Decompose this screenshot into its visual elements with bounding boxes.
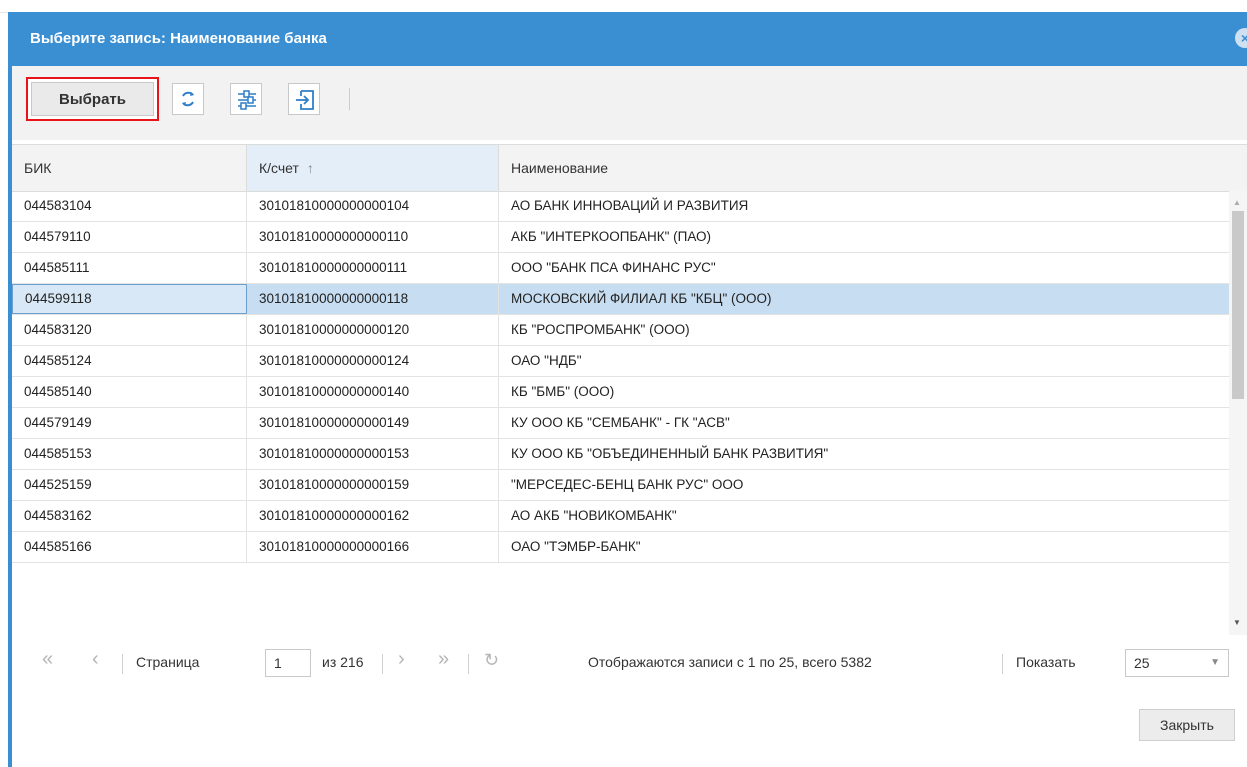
toolbar-separator [349, 88, 350, 110]
scrollbar-thumb[interactable] [1232, 211, 1244, 399]
reload-icon[interactable]: ↻ [484, 650, 499, 671]
refresh-icon [182, 91, 194, 107]
column-header-account[interactable]: К/счет ↑ [247, 145, 499, 191]
table-row[interactable]: 044583104 30101810000000000104 АО БАНК ИНН… [12, 191, 1229, 222]
bik-cell: 044583120 [12, 315, 247, 345]
account-cell: 30101810000000000104 [247, 191, 499, 221]
close-icon[interactable]: × [1235, 28, 1247, 48]
account-cell: 30101810000000000120 [247, 315, 499, 345]
filter-settings-button[interactable] [230, 83, 262, 115]
select-button[interactable]: Выбрать [31, 82, 154, 116]
account-cell: 30101810000000000159 [247, 470, 499, 500]
refresh-button[interactable] [172, 83, 204, 115]
table-row[interactable]: 044525159 30101810000000000159 "МЕРСЕДЕС-Б… [12, 470, 1229, 501]
scroll-up-icon[interactable]: ▲ [1233, 198, 1241, 207]
page-size-select[interactable]: 25 ▼ [1125, 649, 1229, 677]
account-cell: 30101810000000000111 [247, 253, 499, 283]
bik-cell: 044585153 [12, 439, 247, 469]
bik-cell: 044583162 [12, 501, 247, 531]
table-row[interactable]: 044585153 30101810000000000153 КУ ООО КБ "… [12, 439, 1229, 470]
total-pages-label: из 216 [322, 654, 364, 670]
table-row[interactable]: 044585140 30101810000000000140 КБ "БМБ" (О… [12, 377, 1229, 408]
chevron-down-icon: ▼ [1210, 657, 1220, 668]
records-info: Отображаются записи с 1 по 25, всего 538… [588, 654, 872, 670]
bik-cell: 044599118 [12, 284, 247, 314]
bik-cell: 044579149 [12, 408, 247, 438]
last-page-icon[interactable]: » [438, 648, 449, 671]
dialog-titlebar: Выберите запись: Наименование банка × [12, 12, 1247, 66]
dialog-title: Выберите запись: Наименование банка [30, 30, 327, 47]
account-cell: 30101810000000000140 [247, 377, 499, 407]
pager-separator [382, 654, 383, 674]
export-button[interactable] [288, 83, 320, 115]
table-row[interactable]: 044583120 30101810000000000120 КБ "РОСПРОМ… [12, 315, 1229, 346]
bik-cell: 044585166 [12, 532, 247, 562]
export-icon [296, 90, 314, 110]
toolbar: Выбрать [12, 66, 1247, 140]
name-cell: ООО "БАНК ПСА ФИНАНС РУС" [511, 260, 716, 275]
close-button[interactable]: Закрыть [1139, 709, 1235, 741]
bik-cell: 044579110 [12, 222, 247, 252]
filter-settings-icon [238, 90, 256, 110]
account-cell: 30101810000000000110 [247, 222, 499, 252]
first-page-icon[interactable]: « [42, 648, 53, 671]
pager-separator [1002, 654, 1003, 674]
table-row[interactable]: 044579110 30101810000000000110 АКБ "ИНТЕРК… [12, 222, 1229, 253]
table-row[interactable]: 044585124 30101810000000000124 ОАО "НДБ" [12, 346, 1229, 377]
account-cell: 30101810000000000118 [247, 284, 499, 314]
table-row[interactable]: 044583162 30101810000000000162 АО АКБ "НОВ… [12, 501, 1229, 532]
sort-ascending-icon: ↑ [306, 160, 314, 176]
select-button-highlight: Выбрать [26, 77, 159, 121]
name-cell: ОАО "ТЭМБР-БАНК" [511, 539, 641, 554]
scroll-down-icon[interactable]: ▼ [1233, 618, 1241, 627]
next-page-icon[interactable]: › [398, 648, 405, 671]
show-label: Показать [1016, 654, 1076, 670]
account-cell: 30101810000000000124 [247, 346, 499, 376]
name-cell: АО АКБ "НОВИКОМБАНК" [511, 508, 677, 523]
name-cell: АО БАНК ИННОВАЦИЙ И РАЗВИТИЯ [511, 198, 749, 213]
account-cell: 30101810000000000149 [247, 408, 499, 438]
name-cell: АКБ "ИНТЕРКООПБАНК" (ПАО) [511, 229, 712, 244]
bik-cell: 044585140 [12, 377, 247, 407]
account-cell: 30101810000000000166 [247, 532, 499, 562]
table-row[interactable]: 044585111 30101810000000000111 ООО "БАНК П… [12, 253, 1229, 284]
vertical-scrollbar[interactable]: ▲ ▼ [1229, 191, 1247, 635]
pager-separator [468, 654, 469, 674]
prev-page-icon[interactable]: ‹ [92, 648, 99, 671]
name-cell: "МЕРСЕДЕС-БЕНЦ БАНК РУС" ООО [511, 477, 744, 492]
bank-grid: БИК К/счет ↑ Наименование 044583104 30101… [12, 140, 1247, 640]
table-row[interactable]: 044579149 30101810000000000149 КУ ООО КБ "… [12, 408, 1229, 439]
name-cell: КБ "РОСПРОМБАНК" (ООО) [511, 322, 690, 337]
select-bank-dialog: Выберите запись: Наименование банка × Вы… [8, 12, 1247, 767]
page-label: Страница [136, 654, 200, 670]
grid-body: 044583104 30101810000000000104 АО БАНК ИНН… [12, 191, 1229, 635]
table-row[interactable]: 044585166 30101810000000000166 ОАО "ТЭМБР-… [12, 532, 1229, 563]
name-cell: КУ ООО КБ "ОБЪЕДИНЕННЫЙ БАНК РАЗВИТИЯ" [511, 446, 829, 461]
bik-cell: 044583104 [12, 191, 247, 221]
name-cell: КБ "БМБ" (ООО) [511, 384, 615, 399]
pager-separator [122, 654, 123, 674]
bik-cell: 044585111 [12, 253, 247, 283]
pagination-bar: « ‹ Страница 1 из 216 › » ↻ Отображаются… [12, 638, 1247, 688]
account-cell: 30101810000000000153 [247, 439, 499, 469]
name-cell: ОАО "НДБ" [511, 353, 582, 368]
name-cell: КУ ООО КБ "СЕМБАНК" - ГК "АСВ" [511, 415, 730, 430]
table-row[interactable]: 044599118 30101810000000000118 МОСКОВСКИЙ … [12, 284, 1229, 315]
name-cell: МОСКОВСКИЙ ФИЛИАЛ КБ "КБЦ" (ООО) [511, 291, 772, 306]
page-number-input[interactable]: 1 [265, 649, 311, 677]
bik-cell: 044525159 [12, 470, 247, 500]
column-header-name[interactable]: Наименование [499, 145, 1229, 191]
bik-cell: 044585124 [12, 346, 247, 376]
grid-header: БИК К/счет ↑ Наименование [12, 144, 1247, 192]
account-cell: 30101810000000000162 [247, 501, 499, 531]
column-header-bik[interactable]: БИК [12, 145, 247, 191]
